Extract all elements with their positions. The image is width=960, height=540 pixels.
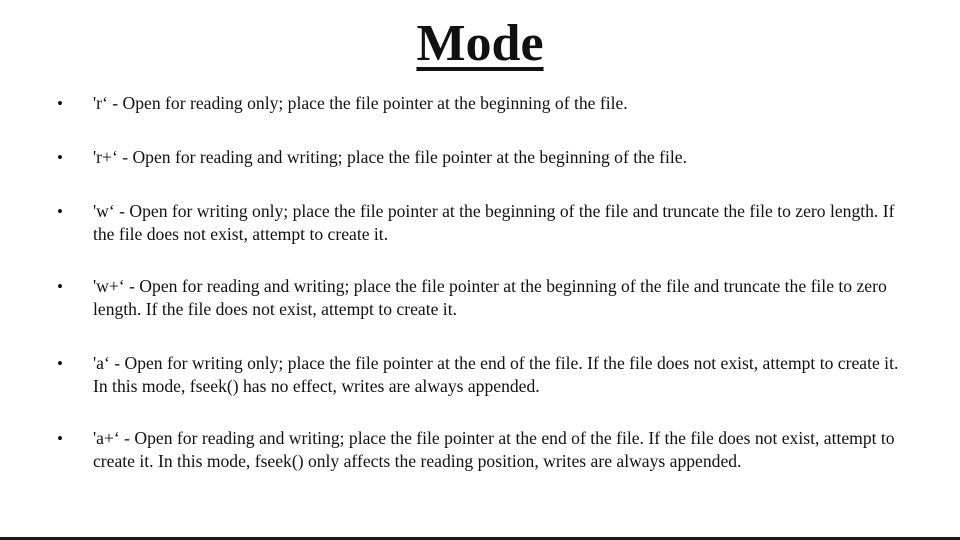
bullet-item-w: • 'w‘ - Open for writing only; place the… <box>57 200 908 246</box>
bullet-text: 'a+‘ - Open for reading and writing; pla… <box>93 428 895 471</box>
bullet-item-a-plus: • 'a+‘ - Open for reading and writing; p… <box>57 427 908 473</box>
bullet-dot-icon: • <box>57 277 63 296</box>
bullet-dot-icon: • <box>57 148 63 167</box>
bullet-text: 'a‘ - Open for writing only; place the f… <box>93 353 899 396</box>
bullet-dot-icon: • <box>57 94 63 113</box>
bullet-dot-icon: • <box>57 354 63 373</box>
bullet-text: 'r+‘ - Open for reading and writing; pla… <box>93 147 687 167</box>
bullet-text: 'w‘ - Open for writing only; place the f… <box>93 201 895 244</box>
bullet-item-a: • 'a‘ - Open for writing only; place the… <box>57 352 908 398</box>
bullet-text: 'w+‘ - Open for reading and writing; pla… <box>93 276 887 319</box>
bullet-dot-icon: • <box>57 202 63 221</box>
slide: Mode • 'r‘ - Open for reading only; plac… <box>0 0 960 540</box>
bullet-item-w-plus: • 'w+‘ - Open for reading and writing; p… <box>57 275 908 321</box>
slide-title-text: Mode <box>416 15 544 72</box>
bullet-text: 'r‘ - Open for reading only; place the f… <box>93 93 628 113</box>
bullet-item-r-plus: • 'r+‘ - Open for reading and writing; p… <box>57 146 908 169</box>
bullet-item-r: • 'r‘ - Open for reading only; place the… <box>57 92 908 115</box>
slide-title: Mode <box>0 12 960 76</box>
bullet-dot-icon: • <box>57 429 63 448</box>
